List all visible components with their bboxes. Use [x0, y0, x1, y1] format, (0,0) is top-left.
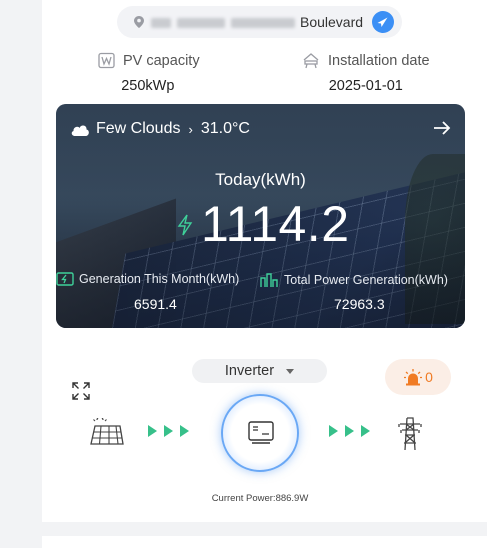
weather-temperature: 31.0°C — [200, 120, 250, 137]
flow-arrows-inverter-to-grid — [329, 425, 370, 437]
battery-charge-icon — [56, 272, 74, 286]
power-grid-tower-icon — [398, 417, 422, 451]
weather-info[interactable]: Few Clouds › 31.0°C — [70, 120, 250, 138]
flow-chevron-icon — [180, 425, 189, 437]
redacted-address-part — [231, 18, 295, 28]
flow-arrows-solar-to-inverter — [148, 425, 189, 437]
address-bar[interactable]: Boulevard — [117, 6, 402, 38]
installation-date-value: 2025-01-01 — [328, 78, 403, 94]
flow-chevron-icon — [361, 425, 370, 437]
installation-date-label: Installation date — [328, 52, 430, 69]
caret-down-icon — [286, 368, 295, 374]
navigation-arrow-icon — [377, 17, 388, 27]
navigate-button[interactable] — [372, 11, 394, 33]
inverter-icon — [248, 421, 274, 444]
today-generation-value: 1114.2 — [201, 196, 350, 252]
installation-icon — [303, 53, 319, 69]
location-pin-icon — [134, 16, 144, 28]
pv-capacity-label: PV capacity — [123, 52, 200, 69]
address-street: Boulevard — [300, 14, 364, 30]
pv-capacity-value: 250kWp — [121, 78, 175, 94]
current-power-readout: Current Power:886.9W — [211, 493, 309, 504]
solar-panel-icon — [90, 418, 124, 445]
total-generation-label-group: Total Power Generation(kWh) — [260, 272, 448, 288]
alarm-count: 0 — [425, 369, 433, 385]
today-label: Today(kWh) — [215, 170, 306, 189]
total-generation-label: Total Power Generation(kWh) — [284, 273, 448, 287]
total-generation-value: 72963.3 — [334, 296, 385, 312]
alarm-badge[interactable]: 0 — [385, 359, 451, 395]
cloud-icon — [71, 124, 89, 136]
month-generation-label-group: Generation This Month(kWh) — [56, 272, 239, 286]
lightning-bolt-icon — [177, 214, 193, 236]
redacted-address-part — [177, 18, 225, 28]
redacted-address-part — [151, 18, 171, 28]
next-card — [42, 536, 487, 548]
month-generation-label: Generation This Month(kWh) — [79, 272, 240, 286]
flow-chevron-icon — [164, 425, 173, 437]
arrow-right-icon[interactable] — [433, 120, 451, 136]
month-generation-value: 6591.4 — [134, 296, 177, 312]
flow-chevron-icon — [329, 425, 338, 437]
pv-capacity-icon — [98, 52, 115, 69]
flow-chevron-icon — [345, 425, 354, 437]
expand-icon[interactable] — [72, 382, 90, 400]
installation-date-stat: Installation date 2025-01-01 — [302, 52, 430, 94]
pv-capacity-stat: PV capacity 250kWp — [98, 52, 200, 94]
weather-condition: Few Clouds — [96, 120, 181, 137]
alarm-siren-icon — [404, 369, 423, 386]
device-type-dropdown[interactable]: Inverter — [192, 359, 327, 383]
generation-hero-card[interactable]: Few Clouds › 31.0°C Today(kWh) 1114.2 Ge… — [56, 104, 465, 328]
weather-separator: › — [188, 121, 193, 137]
inverter-node[interactable] — [221, 394, 299, 472]
flow-chevron-icon — [148, 425, 157, 437]
total-power-icon — [260, 273, 278, 287]
device-type-value: Inverter — [224, 363, 275, 379]
